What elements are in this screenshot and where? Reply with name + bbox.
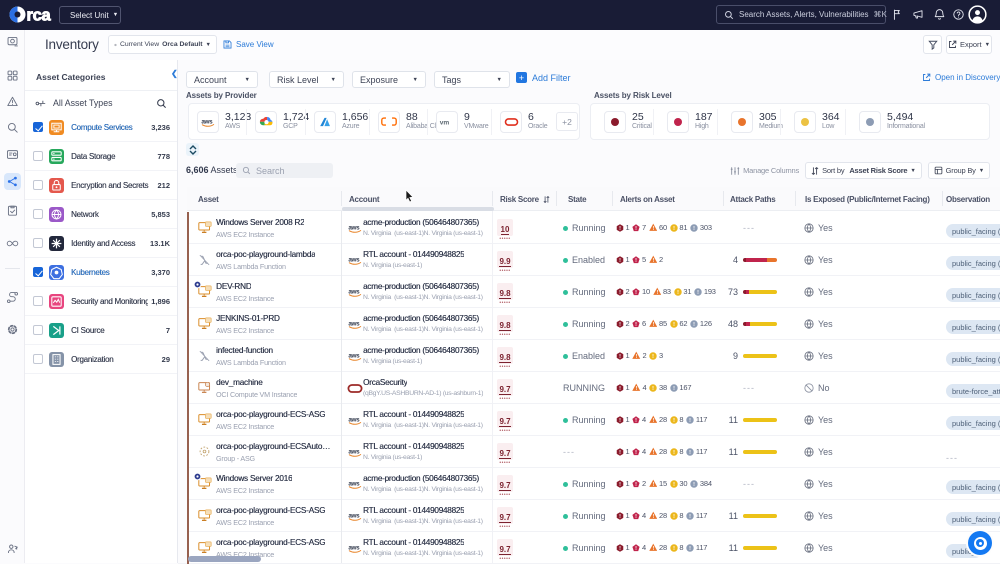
svg-text:vm: vm [439, 119, 449, 126]
svg-text:aws: aws [348, 256, 360, 263]
svg-text:aws: aws [348, 352, 360, 359]
svg-text:aws: aws [348, 480, 360, 487]
svg-text:aws: aws [348, 320, 360, 327]
svg-text:rca: rca [27, 7, 52, 25]
svg-text:aws: aws [348, 544, 360, 551]
svg-text:aws: aws [348, 416, 360, 423]
svg-text:aws: aws [348, 512, 360, 519]
svg-text:aws: aws [348, 224, 360, 231]
svg-text:aws: aws [348, 288, 360, 295]
svg-text:aws: aws [348, 448, 360, 455]
svg-text:aws: aws [201, 118, 213, 125]
